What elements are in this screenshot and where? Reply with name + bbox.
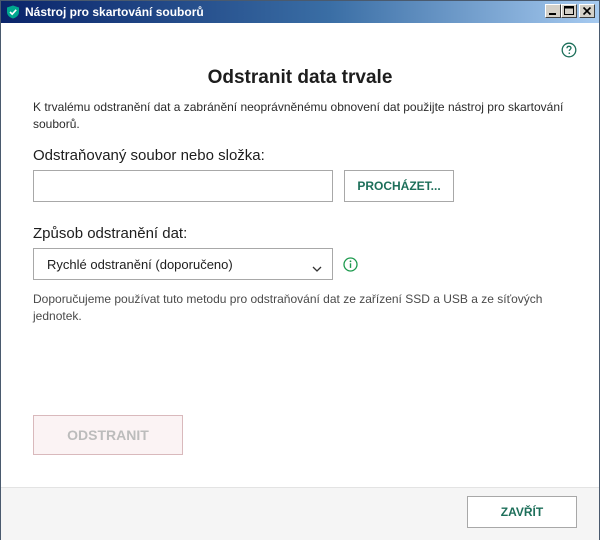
chevron-down-icon: [312, 260, 322, 278]
maximize-button[interactable]: [561, 4, 577, 18]
shredder-window: Nástroj pro skartování souborů Odstranit…: [0, 0, 600, 540]
close-window-button[interactable]: [579, 4, 595, 18]
delete-button[interactable]: ODSTRANIT: [33, 415, 183, 455]
close-button[interactable]: ZAVŘÍT: [467, 496, 577, 528]
kaspersky-shield-icon: [6, 5, 20, 19]
method-label: Způsob odstranění dat:: [33, 225, 188, 242]
help-icon[interactable]: [561, 42, 577, 58]
title-bar[interactable]: Nástroj pro skartování souborů: [1, 1, 599, 23]
footer-bar: ZAVŘÍT: [1, 487, 599, 540]
deletion-method-select[interactable]: Rychlé odstranění (doporučeno): [33, 248, 333, 280]
minimize-button[interactable]: [545, 4, 561, 18]
close-icon: [582, 6, 592, 16]
method-hint: Doporučujeme používat tuto metodu pro od…: [33, 292, 543, 323]
deletion-method-value: Rychlé odstranění (doporučeno): [47, 257, 233, 272]
browse-button[interactable]: PROCHÁZET...: [344, 170, 454, 202]
page-title: Odstranit data trvale: [207, 67, 393, 88]
minimize-icon: [549, 13, 556, 15]
maximize-icon: [564, 6, 574, 15]
description-text: K trvalému odstranění dat a zabránění ne…: [33, 100, 564, 131]
window-title: Nástroj pro skartování souborů: [25, 5, 204, 19]
file-path-input[interactable]: [33, 170, 333, 202]
info-icon[interactable]: [343, 257, 358, 272]
file-label: Odstraňovaný soubor nebo složka:: [33, 147, 265, 164]
